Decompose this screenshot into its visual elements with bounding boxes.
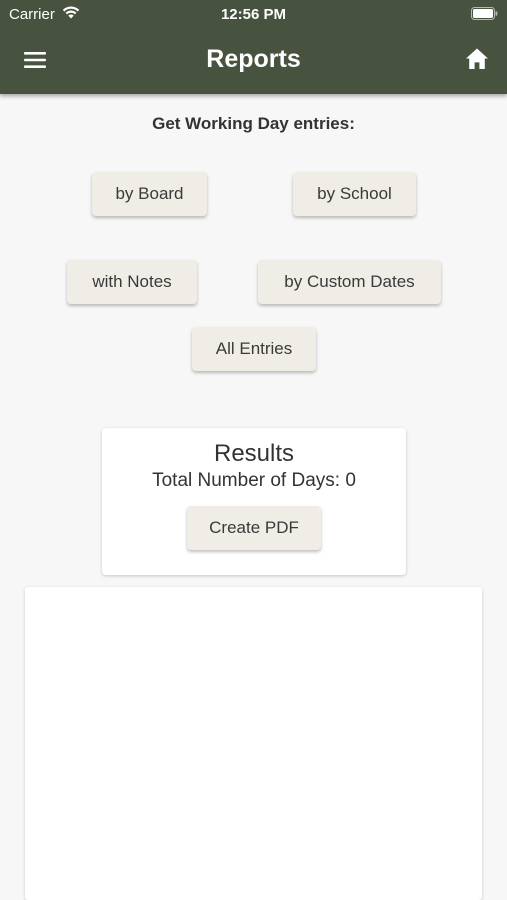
page-title: Reports <box>206 45 301 73</box>
app-header: Carrier 12:56 PM Reports <box>0 0 507 94</box>
results-card: Results Total Number of Days: 0 Create P… <box>102 428 406 575</box>
with-notes-button[interactable]: with Notes <box>67 260 197 304</box>
status-bar: Carrier 12:56 PM <box>0 0 507 28</box>
by-school-button[interactable]: by School <box>293 172 416 216</box>
results-title: Results <box>213 440 295 467</box>
home-icon[interactable] <box>464 46 490 72</box>
by-custom-dates-button[interactable]: by Custom Dates <box>258 260 441 304</box>
filters-heading: Get Working Day entries: <box>152 114 355 133</box>
by-board-button[interactable]: by Board <box>92 172 207 216</box>
create-pdf-button[interactable]: Create PDF <box>187 506 321 550</box>
battery-icon <box>471 7 498 20</box>
report-preview-area[interactable] <box>25 587 482 900</box>
status-time: 12:56 PM <box>220 6 287 23</box>
total-days-label: Total Number of Days: 0 <box>152 470 356 491</box>
nav-bar: Reports <box>0 28 507 94</box>
all-entries-button[interactable]: All Entries <box>192 327 316 371</box>
